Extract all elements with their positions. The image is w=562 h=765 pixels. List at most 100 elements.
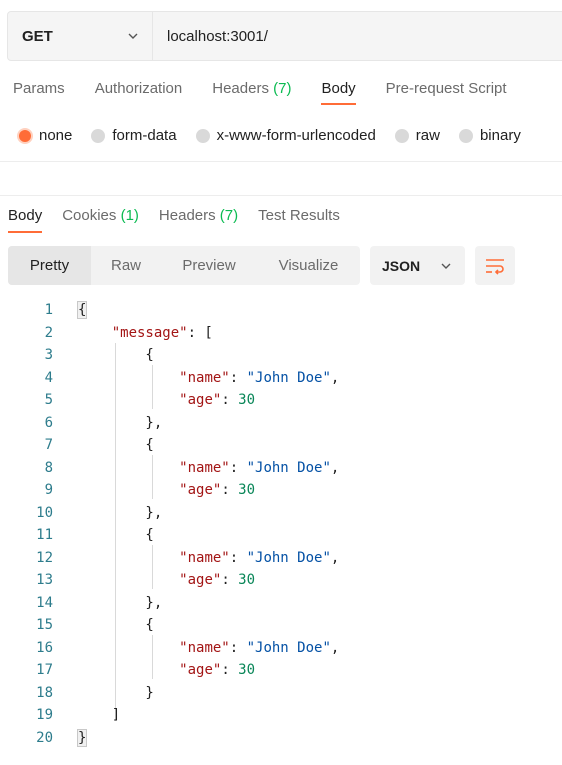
- code-line: 7 {: [0, 434, 562, 456]
- method-label: GET: [22, 27, 53, 45]
- code-line: 15 {: [0, 614, 562, 636]
- line-number: 17: [36, 662, 53, 678]
- code-line: 5 "age": 30: [0, 389, 562, 411]
- body-type-options: none form-data x-www-form-urlencoded raw…: [18, 127, 540, 144]
- tab-label: Test Results: [258, 207, 340, 224]
- view-pretty-button[interactable]: Pretty: [8, 246, 91, 285]
- code-text: },: [78, 504, 163, 521]
- radio-label: x-www-form-urlencoded: [216, 127, 376, 144]
- line-number: 10: [36, 504, 53, 521]
- code-line: 16 "name": "John Doe",: [0, 637, 562, 659]
- code-text: "message": [: [111, 324, 213, 341]
- code-text: },: [78, 414, 163, 431]
- line-number: 4: [44, 369, 53, 386]
- url-input[interactable]: localhost:3001/: [153, 12, 562, 60]
- code-line: 8 "name": "John Doe",: [0, 457, 562, 479]
- response-tabs: Body Cookies (1) Headers (7) Test Result…: [8, 207, 360, 233]
- line-number: 9: [44, 482, 53, 498]
- tab-headers[interactable]: Headers (7): [212, 80, 291, 105]
- chevron-down-icon: [128, 33, 138, 39]
- code-line: 4 "name": "John Doe",: [0, 367, 562, 389]
- code-line: 19 ]: [0, 704, 562, 726]
- code-text: {: [78, 347, 154, 363]
- code-text: },: [78, 594, 163, 611]
- line-number: 7: [44, 437, 53, 453]
- tab-label: Body: [8, 207, 43, 224]
- radio-x-www-form-urlencoded[interactable]: x-www-form-urlencoded: [195, 127, 376, 144]
- radio-selected-icon: [19, 129, 31, 142]
- line-number: 8: [44, 459, 53, 476]
- code-line: 9 "age": 30: [0, 479, 562, 501]
- code-line: 2 "message": [: [0, 322, 562, 344]
- wrap-lines-button[interactable]: [475, 246, 515, 285]
- code-line: 1{: [0, 299, 562, 321]
- code-text: {: [78, 437, 154, 453]
- tab-authorization[interactable]: Authorization: [95, 80, 183, 105]
- code-text: "name": "John Doe",: [179, 459, 340, 476]
- tab-label: Cookies: [62, 207, 117, 224]
- radio-label: none: [39, 127, 73, 144]
- view-preview-button[interactable]: Preview: [161, 246, 257, 285]
- view-mode-control: Pretty Raw Preview Visualize: [8, 246, 360, 285]
- code-line: 11 {: [0, 524, 562, 546]
- divider: [0, 161, 562, 162]
- method-select[interactable]: GET: [8, 12, 153, 60]
- code-line: 14 },: [0, 592, 562, 614]
- wrap-lines-icon: [486, 258, 504, 275]
- line-number: 16: [36, 639, 53, 656]
- radio-binary[interactable]: binary: [458, 127, 521, 144]
- response-tab-headers[interactable]: Headers (7): [159, 207, 238, 233]
- tab-pre-request-script[interactable]: Pre-request Script: [386, 80, 507, 105]
- code-line: 13 "age": 30: [0, 569, 562, 591]
- line-number: 19: [36, 707, 53, 723]
- code-text: }: [76, 728, 88, 747]
- line-number: 18: [36, 684, 53, 701]
- response-tab-cookies[interactable]: Cookies (1): [62, 207, 139, 233]
- tab-label: Pre-request Script: [385, 80, 507, 97]
- format-select[interactable]: JSON: [370, 246, 465, 285]
- code-text: "name": "John Doe",: [179, 549, 340, 566]
- radio-raw[interactable]: raw: [394, 127, 440, 144]
- line-number: 1: [44, 302, 53, 318]
- tab-label: Params: [13, 80, 65, 97]
- radio-form-data[interactable]: form-data: [91, 127, 177, 144]
- view-visualize-button[interactable]: Visualize: [257, 246, 360, 285]
- tab-label: Body: [321, 80, 356, 97]
- tab-count: (7): [219, 207, 239, 224]
- tab-label: Headers: [158, 207, 216, 224]
- line-number: 15: [36, 617, 53, 633]
- radio-none[interactable]: none: [18, 127, 72, 144]
- radio-icon: [195, 128, 210, 143]
- response-tab-test-results[interactable]: Test Results: [258, 207, 340, 233]
- radio-icon: [91, 128, 106, 143]
- line-number: 2: [44, 324, 53, 341]
- tab-body[interactable]: Body: [321, 80, 356, 105]
- tab-params[interactable]: Params: [13, 80, 65, 105]
- code-text: {: [76, 301, 88, 319]
- code-text: "age": 30: [179, 662, 256, 678]
- line-number: 13: [36, 572, 53, 588]
- code-text: ]: [78, 707, 121, 723]
- response-tab-body[interactable]: Body: [8, 207, 43, 233]
- tab-label: Headers: [212, 80, 269, 97]
- chevron-down-icon: [441, 263, 451, 269]
- line-number: 6: [44, 414, 53, 431]
- code-text: "age": 30: [179, 482, 256, 498]
- divider: [0, 195, 562, 196]
- request-bar: GET localhost:3001/: [7, 11, 562, 61]
- line-number: 14: [36, 594, 53, 611]
- code-text: {: [78, 617, 154, 633]
- line-number: 11: [36, 527, 53, 543]
- code-line: 12 "name": "John Doe",: [0, 547, 562, 569]
- code-line: 6 },: [0, 412, 562, 434]
- view-raw-button[interactable]: Raw: [91, 246, 161, 285]
- format-label: JSON: [382, 257, 421, 274]
- radio-icon: [458, 128, 473, 143]
- code-line: 3 {: [0, 344, 562, 366]
- code-line: 20}: [0, 727, 562, 749]
- code-line: 18 }: [0, 682, 562, 704]
- line-number: 5: [44, 392, 53, 408]
- tab-count: (7): [273, 80, 292, 97]
- line-number: 12: [36, 549, 53, 566]
- line-number: 3: [44, 347, 53, 363]
